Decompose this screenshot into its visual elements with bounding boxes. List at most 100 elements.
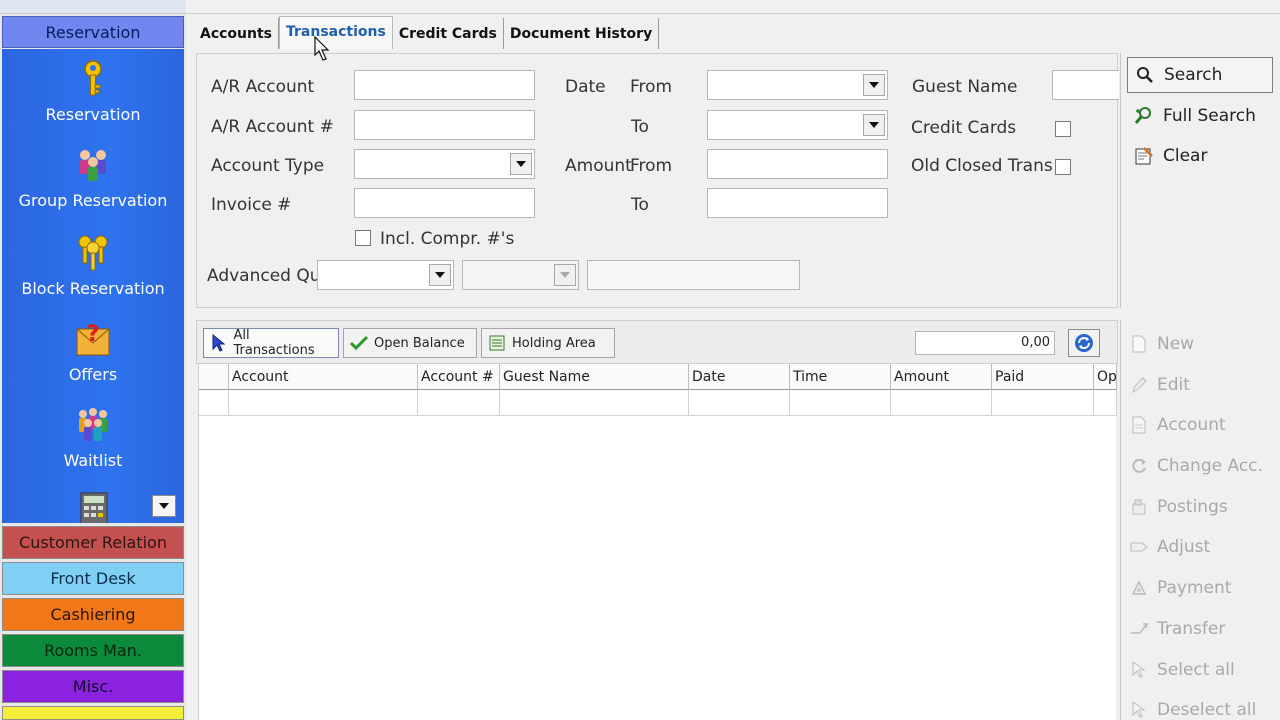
adjust-button[interactable]: Adjust: [1129, 532, 1279, 562]
category-partial[interactable]: [2, 706, 184, 720]
tab-accounts[interactable]: Accounts: [194, 18, 280, 49]
mouse-cursor-icon: [314, 36, 330, 61]
sidebar-item-reservation[interactable]: Reservation: [2, 59, 184, 124]
sidebar-item-label: Waitlist: [63, 451, 123, 470]
select-all-button[interactable]: Select all: [1129, 655, 1279, 685]
chevron-down-icon: [869, 122, 879, 128]
change-account-button-label: Change Acc.: [1157, 456, 1263, 476]
grid-header-amount[interactable]: Amount: [891, 364, 992, 390]
grid-row-selector[interactable]: [199, 390, 229, 416]
sidebar-item-offers[interactable]: ? Offers: [2, 319, 184, 384]
account-button[interactable]: Account: [1129, 410, 1279, 440]
category-misc[interactable]: Misc.: [2, 670, 184, 703]
guest-name-field[interactable]: [1052, 70, 1119, 100]
sidebar-item-waitlist[interactable]: Waitlist: [2, 405, 184, 470]
category-front-desk[interactable]: Front Desk: [2, 562, 184, 595]
deselect-all-button[interactable]: Deselect all: [1129, 695, 1279, 720]
ar-account-label: A/R Account: [211, 77, 315, 97]
clear-button[interactable]: Clear: [1127, 138, 1273, 174]
category-cashiering[interactable]: Cashiering: [2, 598, 184, 631]
grid-cell[interactable]: [1094, 390, 1117, 416]
grid-cell[interactable]: [229, 390, 418, 416]
postings-button[interactable]: Postings: [1129, 492, 1279, 522]
tab-transactions[interactable]: Transactions: [279, 16, 393, 49]
date-from-select[interactable]: [707, 70, 888, 100]
date-to-dropdown-button[interactable]: [863, 114, 885, 136]
deselect-all-button-label: Deselect all: [1157, 700, 1257, 720]
amount-from-label: From: [630, 156, 673, 176]
amount-to-field[interactable]: [707, 188, 888, 218]
grid-cell[interactable]: [790, 390, 891, 416]
full-search-button[interactable]: Full Search: [1127, 98, 1273, 134]
invoice-number-field[interactable]: [354, 188, 535, 218]
grid-header-date[interactable]: Date: [689, 364, 790, 390]
tab-document-history[interactable]: Document History: [504, 18, 660, 49]
edit-button-label: Edit: [1157, 375, 1190, 395]
grid-header-account-number[interactable]: Account #: [418, 364, 500, 390]
chevron-down-icon: [869, 82, 879, 88]
holding-area-button[interactable]: Holding Area: [481, 328, 615, 358]
grid-header-account[interactable]: Account: [229, 364, 418, 390]
account-type-dropdown-button[interactable]: [510, 153, 532, 175]
refresh-button[interactable]: [1068, 329, 1100, 357]
category-customer-relation[interactable]: Customer Relation: [2, 526, 184, 559]
grid-cell[interactable]: [689, 390, 790, 416]
checkmark-icon: [350, 335, 368, 351]
ar-account-number-label: A/R Account #: [211, 117, 334, 137]
date-to-select[interactable]: [707, 110, 888, 140]
payment-button-label: Payment: [1157, 578, 1232, 598]
ar-account-field[interactable]: [354, 70, 535, 100]
grid-cell[interactable]: [891, 390, 992, 416]
account-type-select[interactable]: [354, 149, 535, 179]
incl-compr-checkbox[interactable]: [355, 230, 371, 246]
sidebar-nav: Reservation Group Reservation Block Rese…: [2, 49, 184, 523]
question-icon: ?: [76, 322, 110, 356]
tab-credit-cards[interactable]: Credit Cards: [393, 18, 504, 49]
sidebar-item-label: Reservation: [45, 105, 141, 124]
select-all-icon: [1132, 661, 1146, 678]
advanced-query-value-field[interactable]: [587, 260, 800, 290]
change-account-icon: [1132, 458, 1146, 473]
grid-header-paid[interactable]: Paid: [992, 364, 1094, 390]
old-closed-trans-checkbox[interactable]: [1055, 159, 1071, 175]
date-from-dropdown-button[interactable]: [863, 74, 885, 96]
tab-bar: Accounts Transactions Credit Cards Docum…: [194, 16, 660, 49]
ar-account-number-field[interactable]: [354, 110, 535, 140]
grid-cell[interactable]: [992, 390, 1094, 416]
grid-toolbar: All Transactions Open Balance Holding Ar…: [196, 320, 1118, 364]
old-closed-trans-label: Old Closed Trans: [911, 156, 1053, 176]
guest-name-label: Guest Name: [912, 77, 1018, 97]
grid-header-open[interactable]: Op: [1094, 364, 1117, 390]
amount-from-field[interactable]: [707, 149, 888, 179]
amount-to-label: To: [631, 195, 649, 215]
chevron-down-icon: [560, 272, 570, 278]
grid-cell[interactable]: [418, 390, 500, 416]
grid-cell[interactable]: [500, 390, 689, 416]
change-account-button[interactable]: Change Acc.: [1129, 451, 1279, 481]
postings-icon: [1132, 499, 1146, 515]
sidebar-scroll-down-button[interactable]: [152, 495, 176, 517]
advanced-query-field-dropdown-button[interactable]: [429, 264, 451, 286]
list-icon: [489, 335, 505, 351]
transfer-button[interactable]: Transfer: [1129, 614, 1279, 644]
all-transactions-button[interactable]: All Transactions: [203, 328, 339, 358]
category-rooms-management[interactable]: Rooms Man.: [2, 634, 184, 667]
payment-button[interactable]: Payment: [1129, 573, 1279, 603]
chevron-down-icon: [159, 503, 169, 509]
adjust-button-label: Adjust: [1157, 537, 1211, 557]
new-button[interactable]: New: [1129, 329, 1279, 359]
search-button[interactable]: Search: [1127, 57, 1273, 93]
sidebar-item-block-reservation[interactable]: Block Reservation: [2, 233, 184, 298]
grid-header-guest-name[interactable]: Guest Name: [500, 364, 689, 390]
credit-cards-checkbox[interactable]: [1055, 121, 1071, 137]
date-label: Date: [565, 77, 606, 97]
refresh-icon: [1075, 334, 1093, 352]
open-balance-button[interactable]: Open Balance: [343, 328, 477, 358]
grid-header-time[interactable]: Time: [790, 364, 891, 390]
advanced-query-operator-select: [462, 260, 579, 290]
sidebar-item-group-reservation[interactable]: Group Reservation: [2, 145, 184, 210]
sidebar-header[interactable]: Reservation: [2, 16, 184, 48]
sidebar-item-label: Group Reservation: [18, 191, 168, 210]
advanced-query-field-select[interactable]: [317, 260, 454, 290]
edit-button[interactable]: Edit: [1129, 370, 1279, 400]
